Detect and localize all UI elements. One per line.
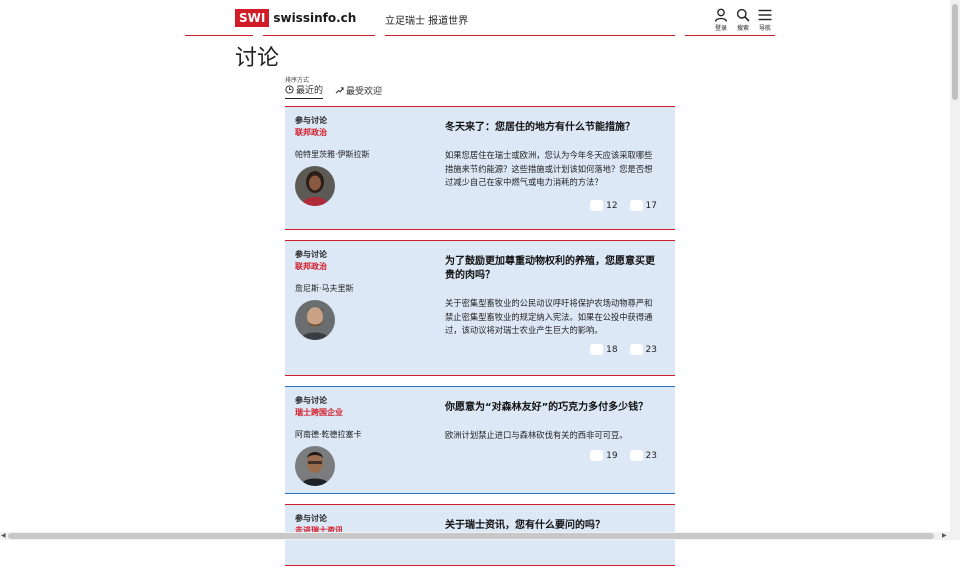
search-label: 搜索 xyxy=(736,25,749,32)
scroll-right-icon[interactable]: ▶ xyxy=(942,532,947,540)
card-category[interactable]: 瑞士跨国企业 xyxy=(295,407,435,419)
menu-label: 导航 xyxy=(758,25,771,32)
reply-count-value: 17 xyxy=(645,200,657,211)
discussion-card[interactable]: 参与讨论 联邦政治 帕特里茨雅·伊斯拉斯 冬天来了：您居住的地方有什么节能措施？… xyxy=(285,106,675,230)
author-avatar xyxy=(295,300,335,340)
sort-tab-popular[interactable]: 最受欢迎 xyxy=(335,83,382,99)
sort-tabs: 最近的 最受欢迎 xyxy=(285,83,382,99)
card-category[interactable]: 联邦政治 xyxy=(295,261,435,273)
page-title: 讨论 xyxy=(235,46,280,71)
menu-icon xyxy=(758,9,772,21)
reply-count[interactable]: 23 xyxy=(629,450,657,461)
card-stats: 12 17 xyxy=(590,200,657,211)
reply-count-value: 23 xyxy=(645,450,657,461)
card-description: 如果您居住在瑞士或欧洲，您认为今年冬天应该采取哪些措施来节约能源？这些措施或计划… xyxy=(445,150,653,187)
site-header: SWI swissinfo.ch 立足瑞士 报道世界 登录 搜索 导航 xyxy=(0,0,950,40)
vertical-scroll-thumb[interactable] xyxy=(952,4,958,100)
logo-text: swissinfo.ch xyxy=(273,11,357,25)
comment-count[interactable]: 19 xyxy=(590,450,618,461)
comment-count-value: 12 xyxy=(606,200,618,211)
card-author: 詹尼斯·马夫里斯 xyxy=(295,284,354,293)
scroll-left-icon[interactable]: ◀ xyxy=(1,532,6,540)
sort-tab-popular-label: 最受欢迎 xyxy=(346,86,383,97)
login-label: 登录 xyxy=(714,25,727,32)
author-avatar xyxy=(295,446,335,486)
comment-count-value: 18 xyxy=(606,344,618,355)
reply-bubble-icon xyxy=(629,200,643,211)
logo-badge: SWI xyxy=(235,9,270,27)
comment-bubble-icon xyxy=(590,344,604,355)
card-author: 阿南德·乾德拉塞卡 xyxy=(295,430,362,439)
card-category[interactable]: 联邦政治 xyxy=(295,127,435,139)
menu-button[interactable]: 导航 xyxy=(757,8,773,32)
reply-count-value: 23 xyxy=(645,344,657,355)
site-tagline: 立足瑞士 报道世界 xyxy=(385,16,469,27)
horizontal-scroll-thumb[interactable] xyxy=(8,533,934,539)
reply-bubble-icon xyxy=(629,450,643,461)
trending-icon xyxy=(335,86,344,94)
search-icon xyxy=(736,8,750,22)
card-title[interactable]: 冬天来了：您居住的地方有什么节能措施？ xyxy=(445,121,660,135)
discussion-list: 参与讨论 联邦政治 帕特里茨雅·伊斯拉斯 冬天来了：您居住的地方有什么节能措施？… xyxy=(285,106,675,576)
card-kicker: 参与讨论 xyxy=(295,116,327,125)
card-description: 欧洲计划禁止进口与森林砍伐有关的西非可可豆。 xyxy=(445,430,628,440)
clock-icon xyxy=(285,85,294,94)
comment-bubble-icon xyxy=(590,200,604,211)
card-author: 帕特里茨雅·伊斯拉斯 xyxy=(295,150,370,159)
reply-bubble-icon xyxy=(629,344,643,355)
sort-tab-recent[interactable]: 最近的 xyxy=(285,83,324,99)
header-rule-left xyxy=(185,35,253,36)
site-logo[interactable]: SWI swissinfo.ch xyxy=(235,9,356,27)
card-title[interactable]: 为了鼓励更加尊重动物权利的养殖，您愿意买更贵的肉吗？ xyxy=(445,255,660,283)
reply-count[interactable]: 23 xyxy=(629,344,657,355)
header-nav: 登录 搜索 导航 xyxy=(713,8,773,32)
comment-bubble-icon xyxy=(590,450,604,461)
comment-count[interactable]: 12 xyxy=(590,200,618,211)
card-title[interactable]: 关于瑞士资讯，您有什么要问的吗？ xyxy=(445,519,660,533)
author-avatar xyxy=(295,166,335,206)
discussion-card[interactable]: 参与讨论 联邦政治 詹尼斯·马夫里斯 为了鼓励更加尊重动物权利的养殖，您愿意买更… xyxy=(285,240,675,376)
search-button[interactable]: 搜索 xyxy=(735,8,751,32)
header-rule-center xyxy=(385,35,675,36)
card-kicker: 参与讨论 xyxy=(295,396,327,405)
card-stats: 18 23 xyxy=(590,344,657,355)
login-button[interactable]: 登录 xyxy=(713,8,729,32)
card-stats: 19 23 xyxy=(590,450,657,461)
horizontal-scrollbar[interactable]: ◀ ▶ xyxy=(0,532,950,540)
user-icon xyxy=(714,8,728,22)
sort-tab-recent-label: 最近的 xyxy=(296,86,324,96)
comment-count[interactable]: 18 xyxy=(590,344,618,355)
vertical-scrollbar[interactable] xyxy=(950,0,960,540)
card-title[interactable]: 你愿意为“对森林友好”的巧克力多付多少钱？ xyxy=(445,401,660,415)
discussion-card[interactable]: 参与讨论 瑞士跨国企业 阿南德·乾德拉塞卡 你愿意为“对森林友好”的巧克力多付多… xyxy=(285,386,675,494)
card-kicker: 参与讨论 xyxy=(295,514,327,523)
card-kicker: 参与讨论 xyxy=(295,250,327,259)
card-description: 关于密集型畜牧业的公民动议呼吁将保护农场动物尊严和禁止密集型畜牧业的规定纳入宪法… xyxy=(445,298,653,335)
comment-count-value: 19 xyxy=(606,450,618,461)
reply-count[interactable]: 17 xyxy=(629,200,657,211)
header-rule-right xyxy=(685,35,775,36)
header-rule-logo xyxy=(263,35,375,36)
